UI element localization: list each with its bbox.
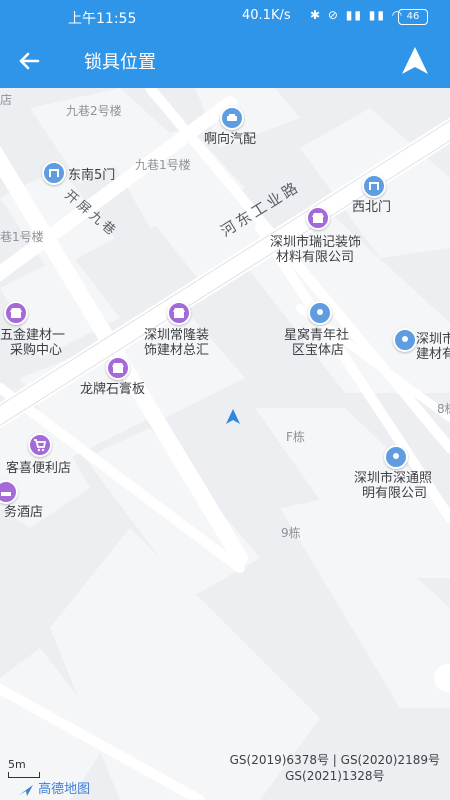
map-label: 建材有	[416, 347, 450, 362]
status-bar: 上午11:55 40.1K/s ✱ ⊘ ▮▮ ▮▮ ◠ 46	[0, 0, 450, 34]
scale-label: 5m	[8, 758, 26, 771]
map-label: 巷1号楼	[0, 230, 44, 244]
provider-name: 高德地图	[38, 782, 91, 797]
app-bar: 锁具位置	[0, 34, 450, 88]
page-title: 锁具位置	[84, 52, 156, 73]
map-scale: 5m	[8, 758, 40, 778]
shopping-cart-icon	[34, 439, 47, 452]
map-label: 明有限公司	[362, 486, 428, 501]
map-label: F栋	[286, 430, 305, 444]
poi-gate-northwest[interactable]	[362, 174, 386, 198]
map-label: 饰建材总汇	[144, 343, 210, 358]
poi-shentong-lighting[interactable]	[384, 445, 408, 469]
map-label: 东南5门	[68, 168, 116, 183]
map-view[interactable]: 河东工业路 开屏九巷 店 九巷2号楼 啊向汽配 东南5门 九巷1号楼 西北门 深…	[0, 88, 450, 800]
license-line-2: GS(2021)1328号	[285, 769, 385, 783]
navigation-arrow-icon	[402, 47, 428, 74]
poi-xingwo[interactable]	[308, 301, 332, 325]
poi-ruiji[interactable]	[306, 206, 330, 230]
map-label: 客喜便利店	[6, 461, 72, 476]
map-label: 西北门	[352, 200, 392, 215]
status-time: 上午11:55	[68, 11, 137, 27]
map-label: 龙牌石膏板	[80, 382, 146, 397]
car-icon	[227, 114, 237, 121]
location-pin-icon	[402, 336, 408, 342]
shop-icon	[112, 363, 124, 373]
map-label: 啊向汽配	[204, 132, 257, 147]
shop-icon	[10, 308, 22, 318]
shop-icon	[173, 308, 185, 318]
poi-longpai[interactable]	[106, 356, 130, 380]
map-label: 9栋	[281, 526, 301, 540]
network-speed: 40.1K/s	[242, 8, 291, 23]
map-label: 采购中心	[10, 343, 63, 358]
map-label: 店	[0, 93, 13, 107]
poi-hardware[interactable]	[4, 301, 28, 325]
battery-icon: 46	[398, 9, 428, 25]
bed-icon	[1, 492, 11, 496]
location-pin-icon	[317, 309, 323, 315]
gate-icon	[49, 169, 59, 177]
map-label: 8栋	[437, 402, 450, 416]
poi-kexi-store[interactable]	[28, 433, 52, 457]
status-icons: ✱ ⊘ ▮▮ ▮▮ ◠	[310, 8, 405, 22]
map-label: 九巷1号楼	[135, 158, 191, 172]
map-label: 九巷2号楼	[66, 104, 122, 118]
map-label: 区宝体店	[292, 343, 345, 358]
location-pin-icon	[393, 453, 399, 459]
poi-gate-southeast[interactable]	[42, 161, 66, 185]
shop-icon	[312, 213, 324, 223]
map-provider-logo: 高德地图	[18, 778, 90, 797]
current-location-arrow-icon	[226, 409, 240, 424]
navigate-button[interactable]	[398, 44, 432, 78]
poi-shenzhen-building[interactable]	[393, 328, 417, 352]
gaode-logo-icon	[19, 784, 33, 796]
back-button[interactable]	[14, 46, 44, 76]
map-license: GS(2019)6378号 | GS(2020)2189号 GS(2021)13…	[230, 752, 440, 784]
arrow-left-icon	[19, 52, 40, 70]
poi-changlong[interactable]	[167, 301, 191, 325]
map-label: 材料有限公司	[276, 250, 355, 265]
poi-auto-parts[interactable]	[220, 106, 244, 130]
map-label: 务酒店	[4, 505, 44, 520]
gate-icon	[369, 182, 379, 190]
license-line-1: GS(2019)6378号 | GS(2020)2189号	[229, 753, 440, 767]
